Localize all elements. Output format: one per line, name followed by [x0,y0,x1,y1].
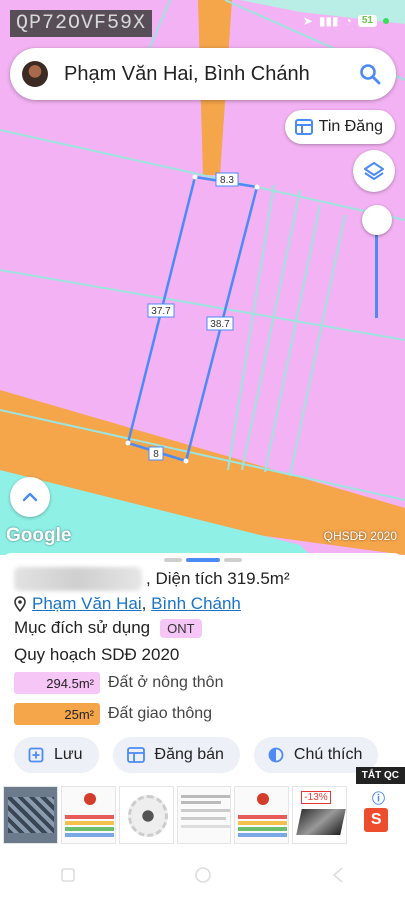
district-link[interactable]: Bình Chánh [151,594,241,613]
street-link[interactable]: Phạm Văn Hai [32,594,142,613]
search-bar[interactable]: Phạm Văn Hai, Bình Chánh [10,48,396,100]
legend-swatch: 294.5m² [14,672,100,694]
chevron-up-icon [22,492,38,502]
ad-item[interactable] [234,786,290,844]
dim-bottom-label: 8 [153,449,159,460]
layers-icon [364,162,384,180]
ad-item[interactable]: -13% [292,786,348,844]
legend-row-residential: 294.5m² Đất ở nông thôn [14,672,223,694]
post-sale-label: Đăng bán [154,746,224,763]
close-ads-button[interactable]: TẮT QC [355,767,405,784]
ad-item[interactable] [118,786,174,844]
status-bar: ➤ ▮▮▮ ◔ 51 [303,14,389,28]
post-sale-button[interactable]: Đăng bán [112,737,240,773]
parcel-address: Phạm Văn Hai, Bình Chánh [14,594,241,614]
ad-item[interactable] [176,786,232,844]
legend-swatch: 25m² [14,703,100,725]
ad-info-icon[interactable]: ⓘ [372,788,385,807]
opacity-slider-track[interactable] [375,232,378,318]
location-icon: ➤ [302,14,313,28]
google-logo: Google [6,525,72,546]
tin-dang-label: Tin Đăng [318,118,383,135]
map-view[interactable]: 8.3 37.7 38.7 8 QP72OVF59X ➤ ▮▮▮ ◔ 51 Ph… [0,0,405,555]
save-label: Lưu [54,746,83,763]
legend-row-transport: 25m² Đất giao thông [14,703,212,725]
purpose-label: Mục đích sử dụng [14,618,151,637]
legend-label: Đất ở nông thôn [108,674,224,691]
plan-label: Quy hoạch SDĐ 2020 [14,645,180,664]
redacted-parcel-number [14,567,142,591]
bookmark-add-icon [28,747,44,763]
wifi-icon: ◔ [344,14,352,28]
watermark: QP72OVF59X [10,10,153,37]
parcel-info-sheet[interactable]: , Diện tích 319.5m² Phạm Văn Hai, Bình C… [0,553,405,793]
signal-icon: ▮▮▮ [318,14,339,28]
parcel-title: , Diện tích 319.5m² [14,567,290,591]
home-icon[interactable] [193,865,213,885]
tin-dang-button[interactable]: Tin Đăng [284,110,395,144]
search-input[interactable]: Phạm Văn Hai, Bình Chánh [64,63,358,86]
expand-up-button[interactable] [10,477,50,517]
ad-item[interactable] [60,786,116,844]
avatar[interactable] [22,61,48,87]
dim-left-label: 37.7 [151,306,171,317]
address-separator: , [141,594,147,613]
recent-apps-icon[interactable] [58,865,78,885]
opacity-slider-handle[interactable] [362,205,392,235]
dim-right-label: 38.7 [210,319,230,330]
land-purpose-row: Mục đích sử dụng ONT [14,618,202,638]
system-nav-bar [0,850,405,900]
purpose-code-badge: ONT [160,618,202,638]
layers-button[interactable] [353,150,395,192]
map-source-label: QHSDĐ 2020 [323,529,397,543]
discount-badge: -13% [301,791,331,804]
save-button[interactable]: Lưu [14,737,99,773]
dim-top-label: 8.3 [220,175,234,186]
ads-strip[interactable]: -13% S [0,786,405,848]
notification-dot-icon [383,18,389,24]
contrast-icon [268,747,284,763]
back-icon[interactable] [328,865,348,885]
area-label: , Diện tích 319.5m² [146,569,290,588]
search-icon[interactable] [358,62,382,86]
battery-indicator: 51 [357,15,377,27]
legend-button-label: Chú thích [293,746,363,763]
legend-label: Đất giao thông [108,705,213,722]
shopee-icon: S [364,808,389,832]
ad-item[interactable] [3,786,58,844]
listing-icon [294,119,313,135]
listing-icon [126,747,145,763]
location-pin-icon [14,596,26,612]
sheet-handle[interactable] [164,558,242,562]
action-buttons: Lưu Đăng bán Chú thích [14,737,379,773]
